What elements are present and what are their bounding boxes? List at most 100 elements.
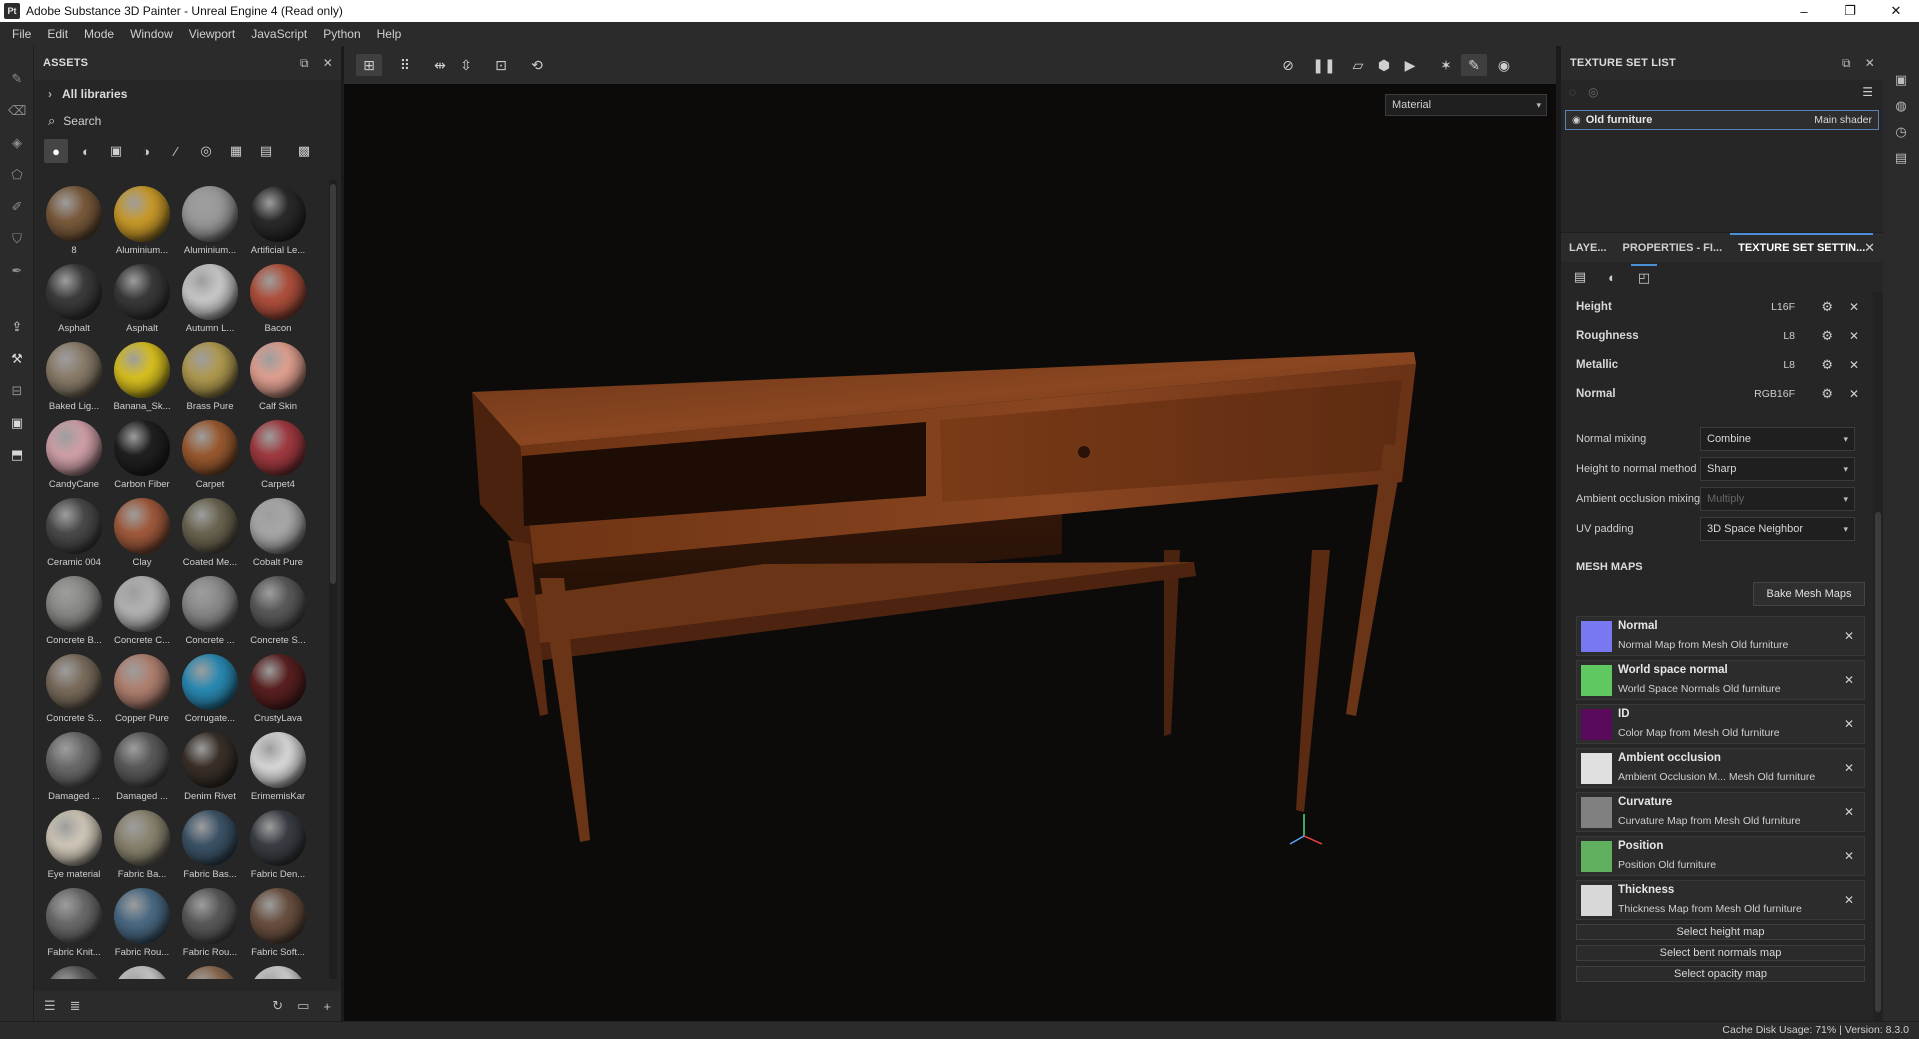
bake-icon[interactable]: ⚒ [8, 350, 26, 368]
smart-materials-filter-icon[interactable]: ◐ [74, 139, 98, 163]
undock-icon[interactable]: ⧉ [300, 56, 309, 71]
asset-item[interactable]: Fabric Rou... [176, 882, 244, 960]
asset-item[interactable]: Concrete ... [176, 570, 244, 648]
asset-item[interactable]: Fabric Ba... [108, 804, 176, 882]
log-icon[interactable]: ▤ [1893, 150, 1909, 166]
asset-item[interactable]: Fabric Rou... [108, 882, 176, 960]
asset-item[interactable]: Cobalt Pure [244, 492, 312, 570]
remove-mesh-map-icon[interactable]: ✕ [1844, 849, 1854, 863]
maximize-button[interactable]: ❐ [1827, 0, 1873, 22]
list-menu-icon[interactable]: ☰ [1862, 85, 1873, 99]
asset-item[interactable]: Aluminium... [108, 180, 176, 258]
materials-filter-icon[interactable]: ● [44, 139, 68, 163]
pause-icon[interactable]: ❚❚ [1311, 54, 1337, 76]
asset-item[interactable]: Concrete S... [40, 648, 108, 726]
asset-item[interactable]: Concrete S... [244, 570, 312, 648]
tab-layers[interactable]: LAYE... [1561, 233, 1615, 263]
projection-icon[interactable]: ◈ [8, 134, 26, 152]
asset-item[interactable]: Brass Pure [176, 336, 244, 414]
shader-settings-icon[interactable]: ◍ [1893, 98, 1909, 114]
undock-icon[interactable]: ⧉ [1842, 56, 1851, 71]
asset-item[interactable]: Fabric Soft... [244, 882, 312, 960]
tab-texture-set-settings[interactable]: TEXTURE SET SETTIN... [1730, 232, 1874, 263]
asset-item[interactable]: Fabric Knit... [40, 882, 108, 960]
smudge-icon[interactable]: ✐ [8, 198, 26, 216]
paint-brush-icon[interactable]: ✎ [8, 70, 26, 88]
eye-icon[interactable]: ◎ [1588, 85, 1598, 99]
viewport[interactable]: ⊞ ⠿ ⇹ ⇳ ⊡ ⟲ ⊘ ❚❚ ▱ ⬢ ▶ ✶ ✎ ◉ Material ▾ [344, 46, 1556, 1021]
remove-mesh-map-icon[interactable]: ✕ [1844, 805, 1854, 819]
asset-item[interactable]: Copper Pure [108, 648, 176, 726]
brushes-filter-icon[interactable]: ⁄ [164, 139, 188, 163]
align-icon[interactable]: ⇳ [453, 54, 479, 76]
cube-icon[interactable]: ⬢ [1371, 54, 1397, 76]
texture-set-item[interactable]: ◉ Old furniture Main shader [1565, 110, 1879, 130]
asset-item[interactable] [176, 960, 244, 979]
height-to-normal-select[interactable]: Sharp ▾ [1700, 457, 1855, 481]
asset-item[interactable]: Coated Me... [176, 492, 244, 570]
polygon-fill-icon[interactable]: ⬠ [8, 166, 26, 184]
environments-filter-icon[interactable]: ▤ [254, 139, 278, 163]
asset-item[interactable]: Ceramic 004 [40, 492, 108, 570]
asset-item[interactable]: Bacon [244, 258, 312, 336]
close-window-button[interactable]: ✕ [1873, 0, 1919, 22]
asset-item[interactable]: Carpet4 [244, 414, 312, 492]
hide-eye-icon[interactable]: ◌ [1569, 85, 1576, 99]
channel-format[interactable]: L8 [1783, 359, 1795, 371]
remove-mesh-map-icon[interactable]: ✕ [1844, 761, 1854, 775]
visibility-eye-icon[interactable]: ◉ [1572, 115, 1581, 126]
masks-filter-icon[interactable]: ▣ [104, 139, 128, 163]
mesh-map-item[interactable]: Position Position Old furniture ✕ [1576, 836, 1865, 876]
asset-item[interactable]: ErimemisKar [244, 726, 312, 804]
gear-icon[interactable]: ⚙ [1821, 328, 1833, 344]
video-camera-icon[interactable]: ▶ [1397, 54, 1423, 76]
package-icon[interactable]: ⬒ [8, 446, 26, 464]
normal-mixing-select[interactable]: Combine ▾ [1700, 427, 1855, 451]
asset-item[interactable]: Damaged ... [40, 726, 108, 804]
shader-subtab-icon[interactable]: ◐ [1599, 264, 1625, 290]
bake-brush-icon[interactable]: ✶ [1433, 54, 1459, 76]
asset-item[interactable]: CandyCane [40, 414, 108, 492]
asset-item[interactable]: Asphalt [108, 258, 176, 336]
select-frame-icon[interactable]: ⊞ [356, 54, 382, 76]
remove-channel-icon[interactable]: ✕ [1849, 358, 1859, 372]
refresh-icon[interactable]: ↻ [272, 998, 283, 1014]
add-icon[interactable]: + [323, 999, 331, 1014]
mesh-map-item[interactable]: World space normal World Space Normals Ol… [1576, 660, 1865, 700]
remove-channel-icon[interactable]: ✕ [1849, 329, 1859, 343]
close-tab-icon[interactable]: ✕ [1864, 240, 1875, 256]
select-bent-normals-map-button[interactable]: Select bent normals map [1576, 945, 1865, 961]
menu-python[interactable]: Python [315, 27, 368, 41]
minimize-button[interactable]: – [1781, 0, 1827, 22]
remove-mesh-map-icon[interactable]: ✕ [1844, 629, 1854, 643]
mesh-map-item[interactable]: Normal Normal Map from Mesh Old furniture… [1576, 616, 1865, 656]
close-icon[interactable]: ✕ [1865, 56, 1875, 70]
asset-item[interactable]: Fabric Bas... [176, 804, 244, 882]
grid-view-icon[interactable]: ▩ [292, 139, 316, 163]
mesh-map-item[interactable]: Ambient occlusion Ambient Occlusion M... … [1576, 748, 1865, 788]
asset-item[interactable]: Eye material [40, 804, 108, 882]
export-icon[interactable]: ⇪ [8, 318, 26, 336]
asset-item[interactable]: Corrugate... [176, 648, 244, 726]
eraser-icon[interactable]: ⌫ [8, 102, 26, 120]
asset-item[interactable]: Clay [108, 492, 176, 570]
channel-format[interactable]: L8 [1783, 330, 1795, 342]
menu-help[interactable]: Help [369, 27, 410, 41]
uv-subtab-icon[interactable]: ◰ [1631, 264, 1657, 290]
asset-item[interactable] [40, 960, 108, 979]
remove-mesh-map-icon[interactable]: ✕ [1844, 893, 1854, 907]
asset-item[interactable]: Fabric Den... [244, 804, 312, 882]
asset-item[interactable]: Denim Rivet [176, 726, 244, 804]
asset-item[interactable]: 8 [40, 180, 108, 258]
asset-item[interactable] [244, 960, 312, 979]
asset-item[interactable]: Banana_Sk... [108, 336, 176, 414]
scrollbar-thumb[interactable] [330, 184, 336, 584]
settings-scrollbar[interactable] [1873, 292, 1883, 1021]
history-icon[interactable]: ⟲ [524, 54, 550, 76]
asset-item[interactable]: Carbon Fiber [108, 414, 176, 492]
settings-subtab-icon[interactable]: ▤ [1567, 264, 1593, 290]
particles-filter-icon[interactable]: ◎ [194, 139, 218, 163]
generators-filter-icon[interactable]: ◑ [134, 139, 158, 163]
gear-icon[interactable]: ⚙ [1821, 299, 1833, 315]
new-folder-icon[interactable]: ▭ [297, 998, 309, 1014]
